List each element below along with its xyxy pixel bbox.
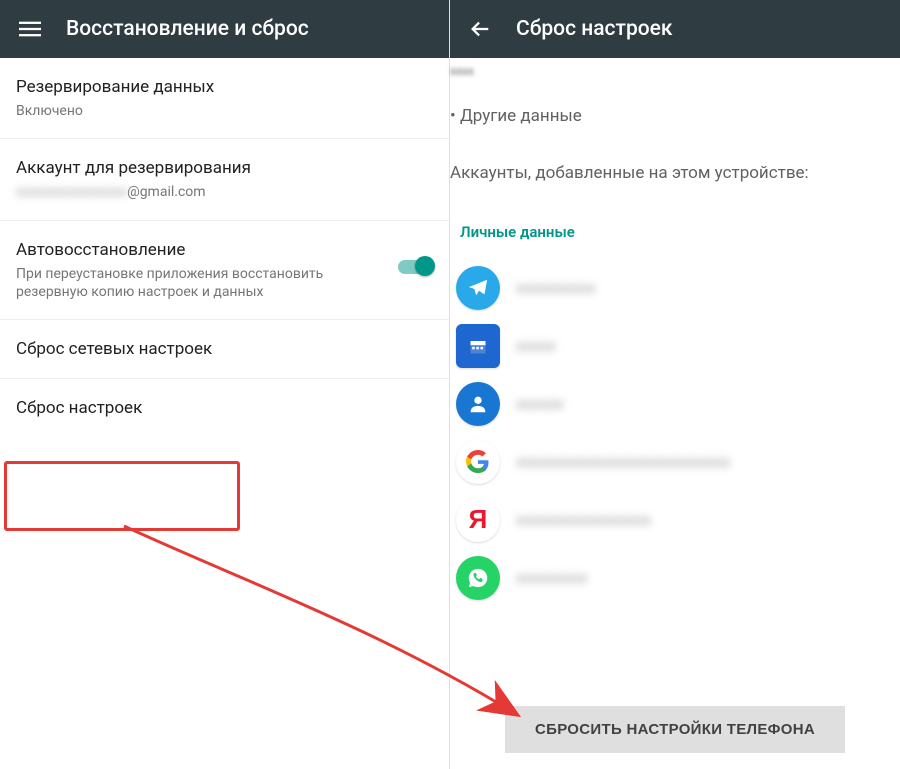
account-row-telegram: xxxxxxxxxx	[450, 259, 900, 317]
account-row-whatsapp: xxxxxxxxx	[450, 549, 900, 607]
item-sublabel: Включено	[16, 102, 433, 120]
item-sublabel: xxxxxxxxxxxxxxxx@gmail.com	[16, 183, 433, 201]
yandex-icon: Я	[456, 498, 500, 542]
autorestore-toggle[interactable]	[397, 257, 433, 277]
account-label: xxxxxxxxxx	[516, 278, 595, 297]
item-autorestore[interactable]: Автовосстановление При переустановке при…	[0, 221, 449, 320]
item-label: Аккаунт для резервирования	[16, 157, 433, 179]
item-factory-reset[interactable]: Сброс настроек	[0, 379, 449, 437]
item-sublabel: При переустановке приложения восстановит…	[16, 265, 385, 301]
factory-reset-screen: Сброс настроек xxxx • Другие данные Акка…	[450, 0, 900, 769]
telegram-icon	[456, 266, 500, 310]
hamburger-icon[interactable]	[14, 13, 46, 45]
google-icon	[456, 440, 500, 484]
account-label: xxxxxxxxxxxxxxxxx	[516, 510, 651, 529]
appbar-left: Восстановление и сброс	[0, 0, 449, 58]
item-label: Сброс настроек	[16, 397, 433, 419]
bullet-other-data: • Другие данные	[450, 106, 900, 126]
accounts-list: xxxxxxxxxx xxxxx xxxxxx	[450, 259, 900, 607]
item-network-reset[interactable]: Сброс сетевых настроек	[0, 320, 449, 379]
back-arrow-icon[interactable]	[464, 13, 496, 45]
item-backup-account[interactable]: Аккаунт для резервирования xxxxxxxxxxxxx…	[0, 139, 449, 220]
item-backup-data[interactable]: Резервирование данных Включено	[0, 58, 449, 139]
account-label: xxxxxxxxxxxxxxxxxxxxxxxxxxx	[516, 452, 730, 471]
account-row-contacts: xxxxxx	[450, 375, 900, 433]
account-label: xxxxxx	[516, 394, 564, 413]
item-label: Резервирование данных	[16, 76, 433, 98]
personal-data-label: Личные данные	[460, 223, 900, 241]
page-title-right: Сброс настроек	[516, 17, 673, 41]
account-row-calendar: xxxxx	[450, 317, 900, 375]
account-label: xxxxxxxxx	[516, 568, 587, 587]
appbar-right: Сброс настроек	[450, 0, 900, 58]
contact-icon	[456, 382, 500, 426]
account-row-google: xxxxxxxxxxxxxxxxxxxxxxxxxxx	[450, 433, 900, 491]
whatsapp-icon	[456, 556, 500, 600]
annotation-highlight	[4, 461, 240, 531]
reset-phone-button[interactable]: СБРОСИТЬ НАСТРОЙКИ ТЕЛЕФОНА	[505, 706, 845, 753]
account-row-yandex: Я xxxxxxxxxxxxxxxxx	[450, 491, 900, 549]
truncated-line: xxxx	[450, 64, 900, 78]
accounts-heading: Аккаунты, добавленные на этом устройстве…	[450, 162, 900, 185]
item-label: Сброс сетевых настроек	[16, 338, 433, 360]
account-label: xxxxx	[516, 336, 556, 355]
backup-reset-screen: Восстановление и сброс Резервирование да…	[0, 0, 450, 769]
calendar-icon	[456, 324, 500, 368]
page-title-left: Восстановление и сброс	[66, 17, 309, 41]
item-label: Автовосстановление	[16, 239, 385, 261]
